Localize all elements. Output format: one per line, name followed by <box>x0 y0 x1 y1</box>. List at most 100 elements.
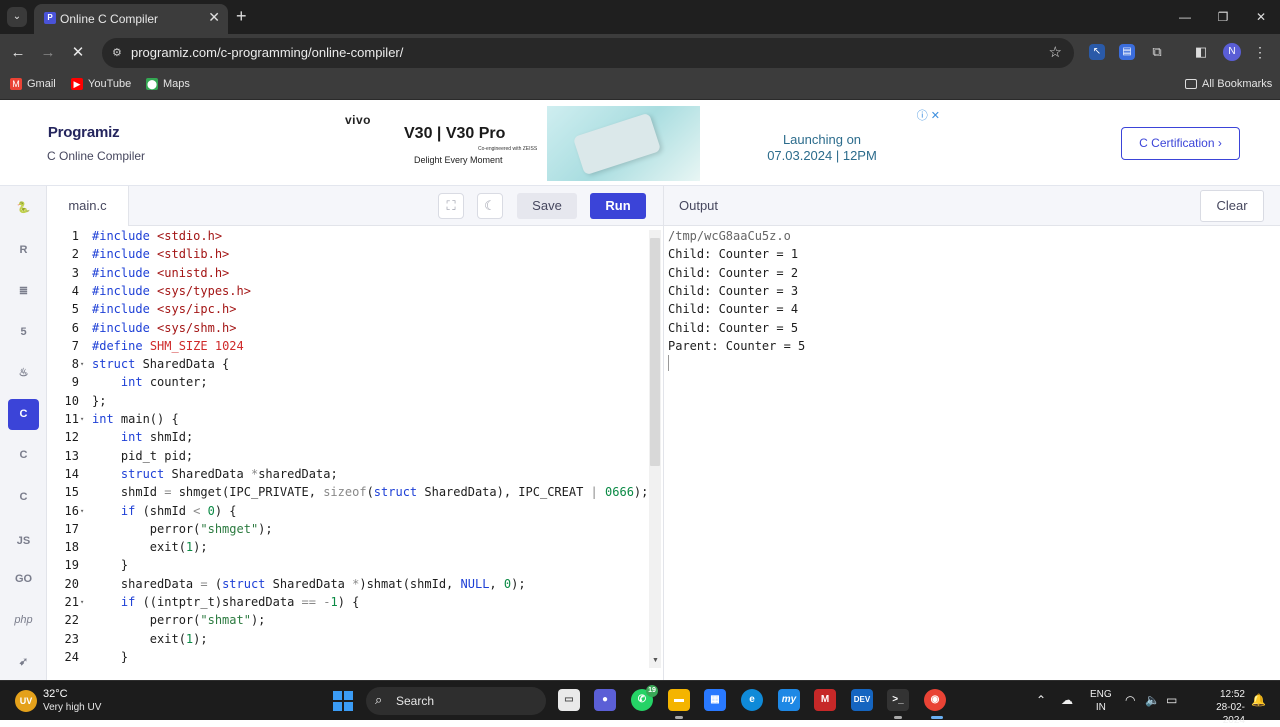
chrome-icon[interactable]: ◉ <box>924 689 946 711</box>
new-tab-button[interactable]: + <box>236 6 247 27</box>
fold-toggle-icon[interactable]: ▾ <box>80 410 88 428</box>
code-text[interactable]: #include <sys/types.h> <box>92 282 251 300</box>
language-indicator[interactable]: ENG IN <box>1090 688 1112 714</box>
dev-cpp-icon[interactable]: DEV <box>851 689 873 711</box>
minimize-button[interactable]: — <box>1166 0 1204 34</box>
r-lang-icon[interactable]: R <box>8 235 39 266</box>
csharp-icon[interactable]: C <box>8 482 39 513</box>
run-button[interactable]: Run <box>590 193 646 219</box>
code-text[interactable]: if ((intptr_t)sharedData == -1) { <box>92 593 359 611</box>
wifi-icon[interactable]: ◠ <box>1125 693 1135 707</box>
clear-button[interactable]: Clear <box>1200 190 1264 222</box>
window-close-button[interactable]: ✕ <box>1242 0 1280 34</box>
code-text[interactable]: struct SharedData *sharedData; <box>92 465 338 483</box>
file-tab-main-c[interactable]: main.c <box>47 186 129 226</box>
code-line[interactable]: 5 #include <sys/ipc.h> <box>47 300 647 318</box>
fold-toggle-icon[interactable]: ▾ <box>80 355 88 373</box>
scroll-down-arrow-icon[interactable]: ▼ <box>652 657 659 664</box>
advertisement-banner[interactable]: vivo V30 | V30 Pro Co-engineered with ZE… <box>342 105 942 181</box>
bookmark-youtube[interactable]: ▶ YouTube <box>71 78 131 90</box>
code-line[interactable]: 24 } <box>47 648 647 666</box>
code-text[interactable]: #include <unistd.h> <box>92 264 229 282</box>
bookmark-maps[interactable]: ⬤ Maps <box>146 78 190 90</box>
code-line[interactable]: 7 #define SHM_SIZE 1024 <box>47 337 647 355</box>
code-line[interactable]: 15 shmId = shmget(IPC_PRIVATE, sizeof(st… <box>47 483 649 501</box>
code-line[interactable]: 21 ▾ if ((intptr_t)sharedData == -1) { <box>47 593 647 611</box>
code-text[interactable]: #include <sys/ipc.h> <box>92 300 237 318</box>
notification-bell-icon[interactable]: 🔔 <box>1251 693 1266 707</box>
onedrive-cloud-icon[interactable]: ☁ <box>1061 693 1073 707</box>
code-text[interactable]: shmId = shmget(IPC_PRIVATE, sizeof(struc… <box>92 483 648 501</box>
programiz-logo[interactable]: PProgramiz <box>47 124 120 141</box>
code-text[interactable]: int shmId; <box>92 428 193 446</box>
code-text[interactable]: sharedData = (struct SharedData *)shmat(… <box>92 575 526 593</box>
code-line[interactable]: 19 } <box>47 556 647 574</box>
system-clock[interactable]: 12:52 28-02-2024 <box>1205 688 1245 727</box>
back-button[interactable]: ← <box>8 43 28 63</box>
code-line[interactable]: 4 #include <sys/types.h> <box>47 282 647 300</box>
terminal-icon[interactable]: >_ <box>887 689 909 711</box>
code-line[interactable]: 10}; <box>47 392 647 410</box>
address-bar[interactable]: ⚙ programiz.com/c-programming/online-com… <box>102 38 1074 68</box>
code-text[interactable]: #include <stdlib.h> <box>92 245 229 263</box>
code-line[interactable]: 13 pid_t pid; <box>47 447 647 465</box>
stop-loading-button[interactable]: ✕ <box>68 43 88 63</box>
bookmark-star-icon[interactable]: ☆ <box>1049 43 1062 61</box>
code-line[interactable]: 14 struct SharedData *sharedData; <box>47 465 647 483</box>
code-line[interactable]: 17 perror("shmget"); <box>47 520 647 538</box>
code-text[interactable]: struct SharedData { <box>92 355 229 373</box>
html5-icon[interactable]: 5 <box>8 317 39 348</box>
taskbar-search-box[interactable]: ⌕ Search <box>366 687 546 715</box>
windows-start-icon[interactable] <box>333 691 353 711</box>
code-text[interactable]: exit(1); <box>92 538 208 556</box>
code-line[interactable]: 22 perror("shmat"); <box>47 611 647 629</box>
tab-close-icon[interactable]: ✕ <box>208 9 220 26</box>
extensions-puzzle-icon[interactable]: ⧉ <box>1149 44 1165 60</box>
show-hidden-icons-chevron-icon[interactable]: ⌃ <box>1036 693 1046 707</box>
editor-scrollbar-thumb[interactable] <box>650 238 660 466</box>
weather-uv-icon[interactable]: UV <box>15 690 37 712</box>
code-line[interactable]: 3 #include <unistd.h> <box>47 264 647 282</box>
c-certification-button[interactable]: C Certification › <box>1121 127 1240 160</box>
code-text[interactable]: pid_t pid; <box>92 447 193 465</box>
code-text[interactable]: perror("shmget"); <box>92 520 273 538</box>
microsoft-store-icon[interactable]: ▦ <box>704 689 726 711</box>
fold-toggle-icon[interactable]: ▾ <box>80 502 88 520</box>
code-line[interactable]: 12 int shmId; <box>47 428 647 446</box>
forward-button[interactable]: → <box>38 43 58 63</box>
extension-docs-icon[interactable]: ▤ <box>1119 44 1135 60</box>
weather-temperature[interactable]: 32°C <box>43 688 68 700</box>
code-text[interactable]: } <box>92 556 128 574</box>
code-text[interactable]: int main() { <box>92 410 179 428</box>
side-panel-icon[interactable]: ◧ <box>1193 44 1209 60</box>
code-text[interactable]: perror("shmat"); <box>92 611 266 629</box>
code-line[interactable]: 8 ▾ struct SharedData { <box>47 355 647 373</box>
code-line[interactable]: 11 ▾ int main() { <box>47 410 647 428</box>
code-line[interactable]: 9 int counter; <box>47 373 647 391</box>
code-line[interactable]: 23 exit(1); <box>47 630 647 648</box>
code-text[interactable]: if (shmId < 0) { <box>92 502 237 520</box>
code-editor[interactable]: 1 #include <stdio.h> 2 #include <stdlib.h> 3… <box>47 226 663 680</box>
code-line[interactable]: 18 exit(1); <box>47 538 647 556</box>
task-view-icon[interactable]: ▭ <box>558 689 580 711</box>
c-lang-icon[interactable]: C <box>8 399 39 430</box>
go-icon[interactable]: GO <box>8 564 39 595</box>
maximize-button[interactable]: ❐ <box>1204 0 1242 34</box>
teams-chat-icon[interactable]: ● <box>594 689 616 711</box>
swift-icon[interactable]: ➹ <box>8 647 39 678</box>
fold-toggle-icon[interactable]: ▾ <box>80 593 88 611</box>
browser-menu-icon[interactable]: ⋮ <box>1252 44 1268 60</box>
battery-icon[interactable]: ▭ <box>1166 693 1177 707</box>
profile-avatar[interactable]: N <box>1223 43 1241 61</box>
fullscreen-icon[interactable]: ⛶ <box>438 193 464 219</box>
code-text[interactable]: #include <sys/shm.h> <box>92 319 237 337</box>
code-text[interactable]: #include <stdio.h> <box>92 227 222 245</box>
code-text[interactable]: }; <box>92 392 106 410</box>
speaker-muted-icon[interactable]: 🔈 <box>1145 693 1160 707</box>
browser-tab[interactable]: P Online C Compiler ✕ <box>34 4 228 34</box>
mcafee-icon[interactable]: M <box>814 689 836 711</box>
all-bookmarks-button[interactable]: All Bookmarks <box>1185 78 1272 90</box>
cpp-icon[interactable]: C <box>8 440 39 471</box>
code-text[interactable]: exit(1); <box>92 630 208 648</box>
weather-description[interactable]: Very high UV <box>43 702 101 713</box>
